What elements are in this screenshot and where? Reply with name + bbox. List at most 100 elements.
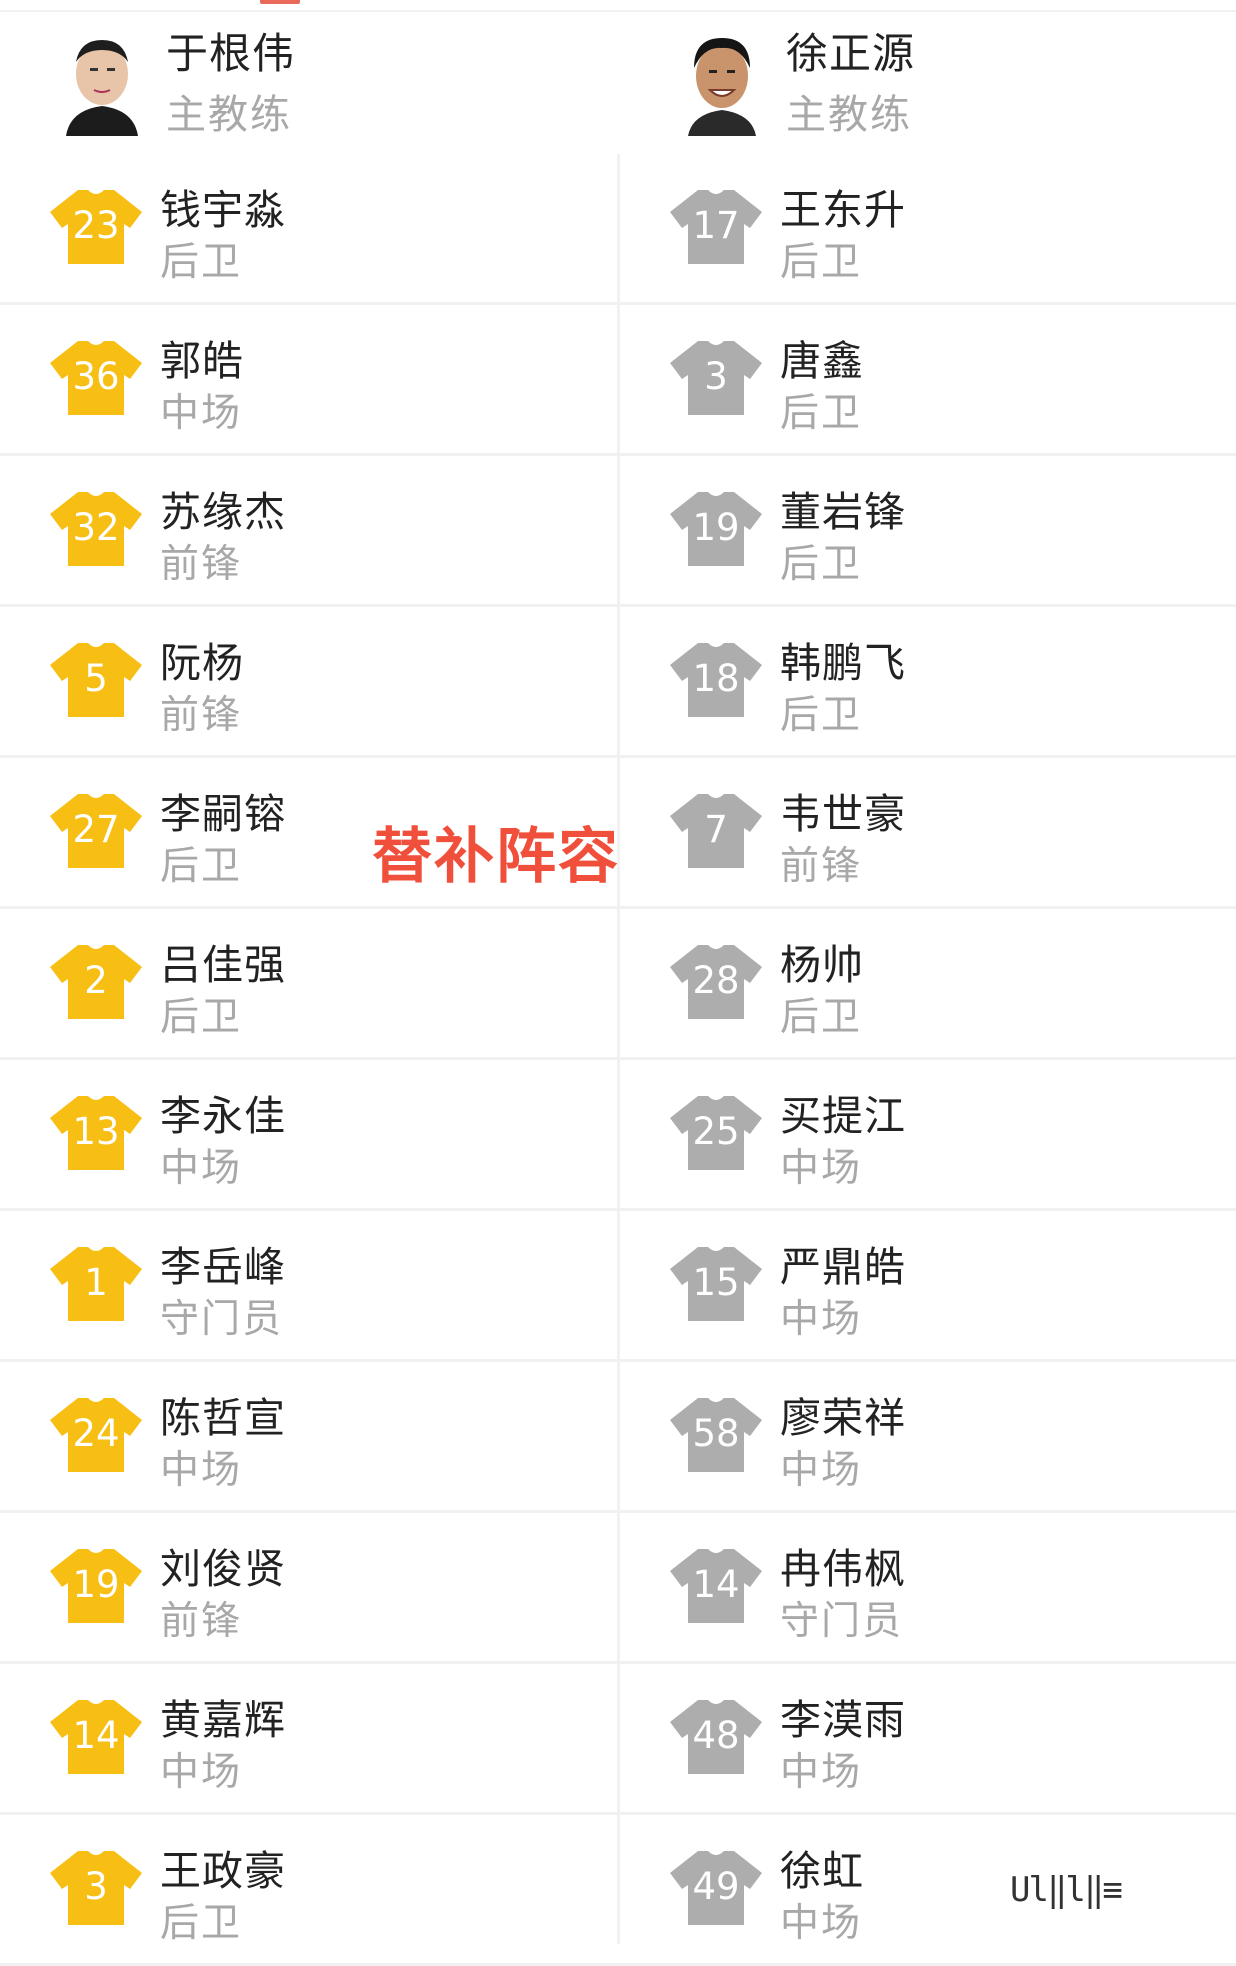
player-name: 陈哲宣 xyxy=(160,1394,286,1442)
shirt-icon: 14 xyxy=(668,1545,764,1625)
coach-away[interactable]: 徐正源 主教练 xyxy=(680,12,1236,154)
shirt-icon: 7 xyxy=(668,790,764,870)
player-name: 唐鑫 xyxy=(780,337,864,385)
shirt-number: 32 xyxy=(72,506,120,549)
substitutes-title: 替补阵容 xyxy=(372,822,620,892)
player-home[interactable]: 23 钱宇淼 后卫 xyxy=(0,154,617,302)
player-position: 后卫 xyxy=(780,391,863,436)
player-name: 董岩锋 xyxy=(780,488,906,536)
player-home[interactable]: 2 吕佳强后卫 xyxy=(0,909,617,1057)
player-away[interactable]: 58 廖荣祥 中场 xyxy=(620,1362,1236,1510)
shirt-icon: 3 xyxy=(48,1847,144,1927)
shirt-icon: 36 xyxy=(48,337,144,417)
shirt-number: 5 xyxy=(84,657,108,700)
shirt-icon: 27 xyxy=(48,790,144,870)
coach-role: 主教练 xyxy=(786,92,912,138)
player-away[interactable]: 17 王东升后卫 xyxy=(620,154,1236,302)
player-away[interactable]: 7 韦世豪前锋 xyxy=(620,758,1236,906)
coaches-row: 于根伟 主教练 徐正源 主教练 xyxy=(0,12,1236,154)
watermark-logo: Ul‖l‖≡ xyxy=(1010,1870,1123,1910)
player-away[interactable]: 14 冉伟枫 守门员 xyxy=(620,1513,1236,1661)
player-away[interactable]: 28 杨帅后卫 xyxy=(620,909,1236,1057)
shirt-number: 14 xyxy=(72,1714,120,1757)
player-position: 后卫 xyxy=(780,240,863,285)
player-away[interactable]: 15 严鼎皓中场 xyxy=(620,1211,1236,1359)
shirt-icon: 25 xyxy=(668,1092,764,1172)
player-name: 严鼎皓 xyxy=(780,1243,906,1291)
shirt-icon: 2 xyxy=(48,941,144,1021)
player-name: 买提江 xyxy=(780,1092,906,1140)
shirt-icon: 19 xyxy=(48,1545,144,1625)
coach-name: 徐正源 xyxy=(786,29,916,78)
player-position: 前锋 xyxy=(160,542,243,587)
player-name: 吕佳强 xyxy=(160,941,286,989)
player-name: 杨帅 xyxy=(780,941,864,989)
player-position: 后卫 xyxy=(160,995,243,1040)
player-away[interactable]: 3 唐鑫后卫 xyxy=(620,305,1236,453)
player-name: 韩鹏飞 xyxy=(780,639,906,687)
coach-name: 于根伟 xyxy=(166,29,296,78)
player-position: 后卫 xyxy=(780,995,863,1040)
player-name: 李漠雨 xyxy=(780,1696,906,1744)
player-home[interactable]: 19 刘俊贤 前锋 xyxy=(0,1513,617,1661)
shirt-icon: 18 xyxy=(668,639,764,719)
shirt-icon: 23 xyxy=(48,186,144,266)
player-home[interactable]: 5 阮杨 前锋 xyxy=(0,607,617,755)
player-position: 后卫 xyxy=(780,693,863,738)
coach-avatar-away xyxy=(688,38,756,136)
player-home[interactable]: 36 郭皓 中场 xyxy=(0,305,617,453)
player-home[interactable]: 13 李永佳 中场 xyxy=(0,1060,617,1208)
shirt-number: 48 xyxy=(692,1714,740,1757)
shirt-number: 13 xyxy=(72,1110,120,1153)
player-position: 后卫 xyxy=(160,240,243,285)
shirt-number: 25 xyxy=(692,1110,740,1153)
shirt-icon: 28 xyxy=(668,941,764,1021)
player-name: 冉伟枫 xyxy=(780,1545,906,1593)
shirt-icon: 58 xyxy=(668,1394,764,1474)
player-away[interactable]: 19 董岩锋后卫 xyxy=(620,456,1236,604)
coach-avatar-home xyxy=(66,40,138,136)
shirt-number: 23 xyxy=(72,204,120,247)
shirt-icon: 15 xyxy=(668,1243,764,1323)
shirt-number: 2 xyxy=(84,959,108,1002)
shirt-number: 14 xyxy=(692,1563,740,1606)
player-away[interactable]: 18 韩鹏飞后卫 xyxy=(620,607,1236,755)
player-position: 前锋 xyxy=(160,693,243,738)
player-position: 中场 xyxy=(160,1448,243,1493)
shirt-number: 17 xyxy=(692,204,740,247)
player-position: 中场 xyxy=(160,391,243,436)
coach-role: 主教练 xyxy=(166,92,292,138)
shirt-icon: 19 xyxy=(668,488,764,568)
coach-home[interactable]: 于根伟 主教练 xyxy=(60,12,660,154)
player-position: 中场 xyxy=(780,1146,863,1191)
player-name: 徐虹 xyxy=(780,1847,864,1895)
shirt-icon: 24 xyxy=(48,1394,144,1474)
player-away[interactable]: 49 徐虹 中场 xyxy=(620,1815,1236,1963)
player-home[interactable]: 1 李岳峰 守门员 xyxy=(0,1211,617,1359)
player-home[interactable]: 32 苏缘杰 前锋 xyxy=(0,456,617,604)
shirt-number: 49 xyxy=(692,1865,740,1908)
player-home[interactable]: 3 王政豪 后卫 xyxy=(0,1815,617,1963)
shirt-icon: 48 xyxy=(668,1696,764,1776)
player-away[interactable]: 25 买提江中场 xyxy=(620,1060,1236,1208)
player-position: 后卫 xyxy=(780,542,863,587)
player-position: 中场 xyxy=(780,1448,863,1493)
player-name: 李嗣镕 xyxy=(160,790,286,838)
player-name: 刘俊贤 xyxy=(160,1545,286,1593)
shirt-icon: 3 xyxy=(668,337,764,417)
shirt-number: 7 xyxy=(704,808,728,851)
player-home[interactable]: 24 陈哲宣中场 xyxy=(0,1362,617,1510)
player-position: 中场 xyxy=(780,1297,863,1342)
shirt-number: 15 xyxy=(692,1261,740,1304)
player-name: 王政豪 xyxy=(160,1847,286,1895)
player-home[interactable]: 14 黄嘉辉 中场 xyxy=(0,1664,617,1812)
player-name: 韦世豪 xyxy=(780,790,906,838)
player-position: 前锋 xyxy=(780,844,863,889)
shirt-number: 19 xyxy=(692,506,740,549)
shirt-number: 36 xyxy=(72,355,120,398)
player-name: 李永佳 xyxy=(160,1092,286,1140)
player-name: 王东升 xyxy=(780,186,906,234)
player-away[interactable]: 48 李漠雨 中场 xyxy=(620,1664,1236,1812)
player-position: 后卫 xyxy=(160,844,243,889)
player-position: 守门员 xyxy=(160,1297,284,1342)
